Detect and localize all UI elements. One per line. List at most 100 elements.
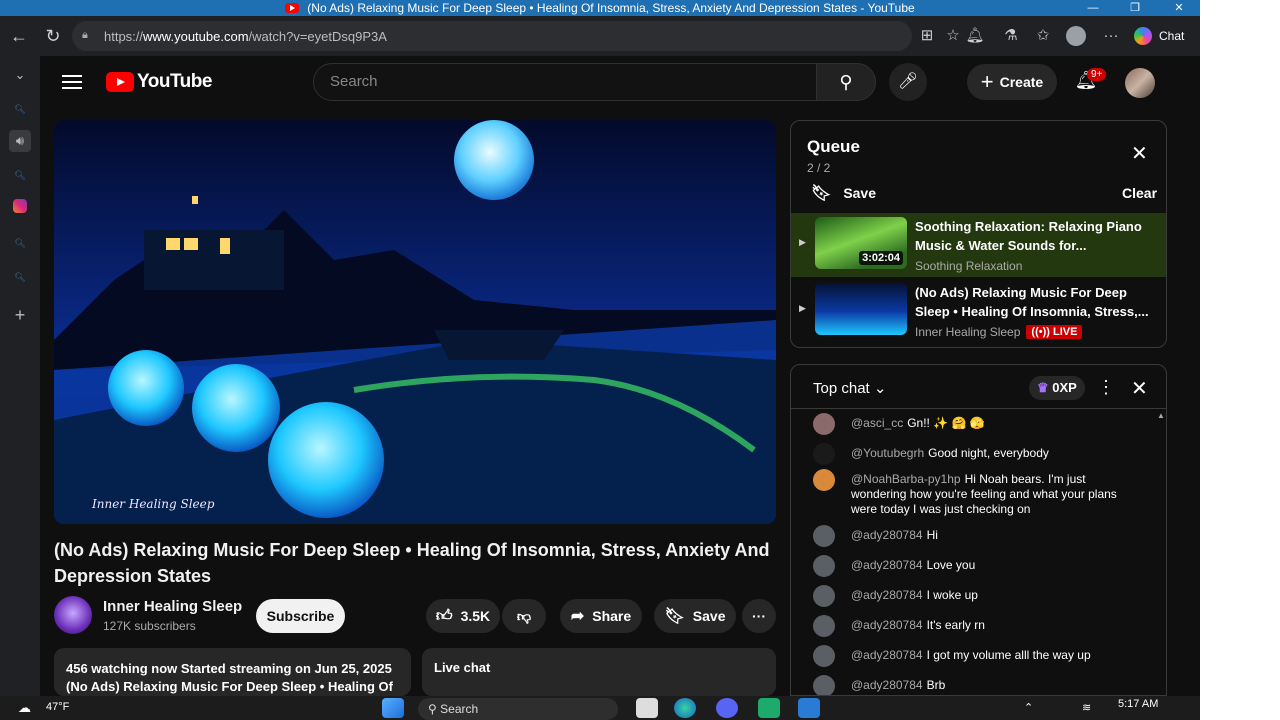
weather-icon[interactable]: ☁	[18, 700, 31, 716]
play-icon: ▶	[799, 303, 806, 313]
avatar	[813, 585, 835, 607]
chevron-down-icon[interactable]: ⌄	[9, 64, 31, 86]
notification-bell-icon[interactable]: 🔔︎	[964, 25, 986, 47]
queue-item-title: Soothing Relaxation: Relaxing Piano Musi…	[915, 219, 1142, 253]
video-watermark: Inner Healing Sleep	[91, 497, 215, 511]
thumbs-up-icon: 👍︎	[435, 607, 453, 625]
like-button[interactable]: 👍︎ 3.5K	[426, 599, 500, 633]
share-button[interactable]: ➦ Share	[560, 599, 642, 633]
subscribe-button[interactable]: Subscribe	[256, 599, 345, 633]
youtube-logo[interactable]: YouTube	[106, 71, 212, 93]
discord-icon[interactable]	[716, 698, 738, 718]
app-icon[interactable]	[798, 698, 820, 718]
more-actions-button[interactable]: ···	[742, 599, 776, 633]
search-icon[interactable]: 🔍︎	[9, 232, 31, 254]
notification-badge: 9+	[1087, 68, 1107, 81]
profile-avatar[interactable]	[1066, 26, 1086, 46]
video-player[interactable]: Inner Healing Sleep	[54, 120, 776, 524]
close-window-icon[interactable]: ✕	[1164, 0, 1194, 16]
video-frame: Inner Healing Sleep	[54, 120, 776, 524]
copilot-chat-button[interactable]: Chat	[1134, 24, 1194, 48]
more-vertical-icon[interactable]: ⋮	[1097, 377, 1115, 398]
live-chat-panel[interactable]: Live chat	[422, 648, 776, 696]
avatar	[813, 413, 835, 435]
chat-mode-dropdown[interactable]: Top chat ⌄	[813, 379, 886, 397]
search-button[interactable]: ⚲	[816, 63, 876, 101]
instagram-icon[interactable]	[9, 198, 31, 220]
back-arrow-icon[interactable]: ←	[4, 21, 34, 51]
dislike-button[interactable]: 👎︎	[502, 599, 546, 633]
avatar	[813, 443, 835, 465]
edge-browser-icon[interactable]	[674, 698, 696, 718]
chat-close-icon[interactable]: ✕	[1131, 376, 1148, 401]
taskbar-search[interactable]: ⚲ Search	[418, 698, 618, 720]
app-icon[interactable]	[758, 698, 780, 718]
address-bar[interactable]: 🔒︎ https://www.youtube.com/watch?v=eyetD…	[72, 21, 912, 51]
queue-count: 2 / 2	[807, 161, 831, 175]
more-horizontal-icon: ···	[752, 608, 766, 624]
taskbar: ☁ 47°F ⚲ Search ⌃ ≋ 5:17 AM	[0, 696, 1200, 720]
windows-start-icon[interactable]	[382, 698, 404, 718]
maximize-icon[interactable]: ❐	[1120, 0, 1150, 16]
now-playing-icon: ▶	[799, 237, 806, 247]
wifi-icon[interactable]: ≋	[1082, 701, 1091, 714]
share-icon: ➦	[570, 608, 585, 625]
chevron-up-icon[interactable]: ⌃	[1024, 701, 1033, 714]
clock[interactable]: 5:17 AM	[1118, 698, 1158, 710]
app-available-icon[interactable]: ⊞	[916, 25, 938, 47]
queue-item[interactable]: ▶ 3:02:04 Soothing Relaxation: Relaxing …	[791, 213, 1166, 277]
youtube-logo-text: YouTube	[137, 71, 212, 92]
queue-item-title: (No Ads) Relaxing Music For Deep Sleep •…	[915, 285, 1149, 319]
account-avatar[interactable]	[1125, 68, 1155, 98]
search-input[interactable]: Search	[313, 63, 817, 101]
queue-clear-button[interactable]: Clear	[1122, 185, 1157, 201]
add-icon[interactable]: +	[9, 304, 31, 326]
search-icon[interactable]: 🔍︎	[9, 266, 31, 288]
create-button[interactable]: + Create	[967, 64, 1057, 100]
browser-toolbar: ← ↻ 🔒︎ https://www.youtube.com/watch?v=e…	[0, 16, 1200, 56]
chevron-down-icon: ⌄	[873, 380, 887, 397]
temperature: 47°F	[46, 701, 70, 713]
favorite-star-icon[interactable]: ☆	[942, 25, 964, 47]
extensions-icon[interactable]: ⚗	[1000, 25, 1022, 47]
live-chat-label: Live chat	[434, 660, 491, 675]
queue-save-button[interactable]: 🔖︎ Save	[811, 183, 876, 203]
bookmark-icon: 🔖︎	[811, 185, 832, 202]
favorites-icon[interactable]: ✩	[1032, 25, 1054, 47]
voice-search-button[interactable]: 🎤︎	[889, 63, 927, 101]
browser-sidebar: ⌄ 🔍︎ 🔊︎ 🔍︎ 🔍︎ 🔍︎ +	[0, 56, 40, 696]
more-options-icon[interactable]: ···	[1100, 25, 1122, 47]
refresh-icon[interactable]: ↻	[38, 21, 68, 51]
subscriber-count: 127K subscribers	[103, 619, 196, 633]
window-title-bar: (No Ads) Relaxing Music For Deep Sleep •…	[0, 0, 1200, 16]
video-title: (No Ads) Relaxing Music For Deep Sleep •…	[54, 540, 770, 586]
chat-scrollbar[interactable]: ▲	[1156, 411, 1166, 691]
description-box[interactable]: 456 watching now Started streaming on Ju…	[54, 648, 411, 696]
queue-close-icon[interactable]: ✕	[1131, 141, 1148, 166]
xp-badge[interactable]: ♛ 0XP	[1029, 376, 1085, 400]
search-icon[interactable]: 🔍︎	[9, 164, 31, 186]
save-button[interactable]: 🔖︎ Save	[654, 599, 736, 633]
queue-thumbnail: 3:02:04	[815, 217, 907, 269]
channel-name[interactable]: Inner Healing Sleep	[103, 598, 242, 615]
avatar	[813, 469, 835, 491]
menu-icon[interactable]	[62, 72, 82, 92]
queue-panel: Queue 2 / 2 ✕ 🔖︎ Save Clear ▶ 3:02:04 So…	[790, 120, 1167, 348]
channel-avatar[interactable]	[54, 596, 92, 634]
site-info-icon[interactable]: 🔒︎	[82, 29, 94, 43]
speaker-icon[interactable]: 🔊︎	[9, 130, 31, 152]
minimize-icon[interactable]: —	[1078, 0, 1108, 16]
search-icon[interactable]: 🔍︎	[9, 98, 31, 120]
window-title: (No Ads) Relaxing Music For Deep Sleep •…	[307, 1, 915, 15]
queue-thumbnail	[815, 283, 907, 335]
queue-title: Queue	[807, 137, 860, 156]
save-label: Save	[692, 608, 726, 624]
copilot-chat-label: Chat	[1159, 29, 1185, 43]
queue-item[interactable]: ▶ (No Ads) Relaxing Music For Deep Sleep…	[791, 279, 1166, 343]
queue-save-label: Save	[843, 185, 877, 201]
url-host: www.youtube.com	[143, 28, 249, 44]
youtube-favicon-icon	[285, 3, 300, 13]
description-text: (No Ads) Relaxing Music For Deep Sleep •…	[66, 679, 393, 694]
masthead: YouTube Search ⚲ 🎤︎ + Create 🔔︎ 9+	[40, 56, 1200, 108]
task-view-icon[interactable]	[636, 698, 658, 718]
